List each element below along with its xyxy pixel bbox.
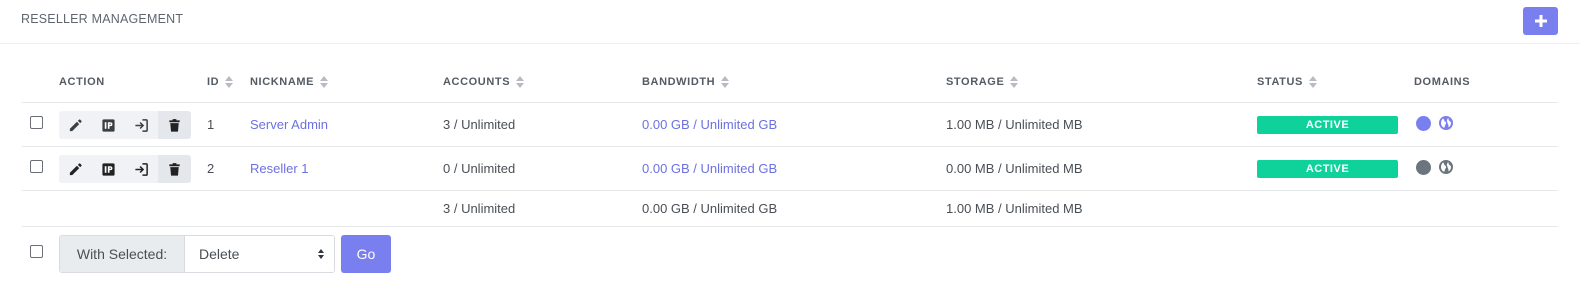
bulk-action-select[interactable]: Delete xyxy=(185,236,334,272)
delete-button[interactable] xyxy=(158,155,191,183)
totals-divider xyxy=(22,226,1558,227)
plus-icon xyxy=(1534,15,1547,27)
sort-icon xyxy=(516,76,525,88)
column-header-accounts[interactable]: ACCOUNTS xyxy=(443,76,525,88)
row-accounts: 3 / Unlimited xyxy=(443,117,516,132)
delete-button[interactable] xyxy=(158,111,191,139)
login-icon xyxy=(135,162,148,176)
sort-icon xyxy=(320,76,329,88)
column-header-id[interactable]: ID xyxy=(207,76,234,88)
go-button[interactable]: Go xyxy=(341,235,391,273)
select-all-checkbox[interactable] xyxy=(30,245,43,258)
sort-icon xyxy=(225,76,234,88)
page-title: RESELLER MANAGEMENT xyxy=(21,12,184,26)
page-header: RESELLER MANAGEMENT xyxy=(0,0,1580,44)
pencil-icon xyxy=(69,162,82,175)
with-selected-label: With Selected: xyxy=(60,236,185,272)
edit-button[interactable] xyxy=(59,155,92,183)
ip-button[interactable] xyxy=(92,111,125,139)
edit-button[interactable] xyxy=(59,111,92,139)
total-bandwidth: 0.00 GB / Unlimited GB xyxy=(642,201,778,216)
ip-icon xyxy=(102,162,115,176)
status-badge: ACTIVE xyxy=(1257,160,1398,178)
sort-icon xyxy=(1308,76,1317,88)
row-id: 1 xyxy=(207,117,215,132)
row-accounts: 0 / Unlimited xyxy=(443,161,516,176)
row-divider xyxy=(22,146,1558,147)
ip-button[interactable] xyxy=(92,155,125,183)
add-reseller-button[interactable] xyxy=(1523,7,1558,35)
column-header-domains: DOMAINS xyxy=(1414,76,1471,88)
total-accounts: 3 / Unlimited xyxy=(443,201,516,216)
column-header-status[interactable]: STATUS xyxy=(1257,76,1317,88)
row-checkbox[interactable] xyxy=(30,116,43,129)
row-id: 2 xyxy=(207,161,215,176)
domain-status-dot xyxy=(1416,116,1431,131)
status-badge: ACTIVE xyxy=(1257,116,1398,134)
reseller-nickname-link[interactable]: Server Admin xyxy=(250,117,328,132)
row-divider xyxy=(22,190,1558,191)
header-divider xyxy=(22,102,1558,103)
column-header-storage[interactable]: STORAGE xyxy=(946,76,1019,88)
column-header-nickname[interactable]: NICKNAME xyxy=(250,76,329,88)
select-caret-icon xyxy=(318,249,324,259)
login-as-button[interactable] xyxy=(125,155,158,183)
row-actions xyxy=(59,155,191,183)
globe-icon[interactable] xyxy=(1438,159,1454,175)
reseller-nickname-link[interactable]: Reseller 1 xyxy=(250,161,309,176)
column-header-action: ACTION xyxy=(59,76,105,88)
login-as-button[interactable] xyxy=(125,111,158,139)
pencil-icon xyxy=(69,118,82,131)
sort-icon xyxy=(1010,76,1019,88)
total-storage: 1.00 MB / Unlimited MB xyxy=(946,201,1083,216)
trash-icon xyxy=(169,162,180,176)
column-header-bandwidth[interactable]: BANDWIDTH xyxy=(642,76,730,88)
sort-icon xyxy=(721,76,730,88)
trash-icon xyxy=(169,118,180,132)
bandwidth-link[interactable]: 0.00 GB / Unlimited GB xyxy=(642,117,777,132)
ip-icon xyxy=(102,118,115,132)
row-actions xyxy=(59,111,191,139)
login-icon xyxy=(135,118,148,132)
globe-icon[interactable] xyxy=(1438,115,1454,131)
domain-status-dot xyxy=(1416,160,1431,175)
bulk-action-group: With Selected: Delete xyxy=(59,235,335,273)
row-storage: 1.00 MB / Unlimited MB xyxy=(946,117,1083,132)
row-checkbox[interactable] xyxy=(30,160,43,173)
row-storage: 0.00 MB / Unlimited MB xyxy=(946,161,1083,176)
bulk-action-value: Delete xyxy=(199,246,240,262)
bandwidth-link[interactable]: 0.00 GB / Unlimited GB xyxy=(642,161,777,176)
